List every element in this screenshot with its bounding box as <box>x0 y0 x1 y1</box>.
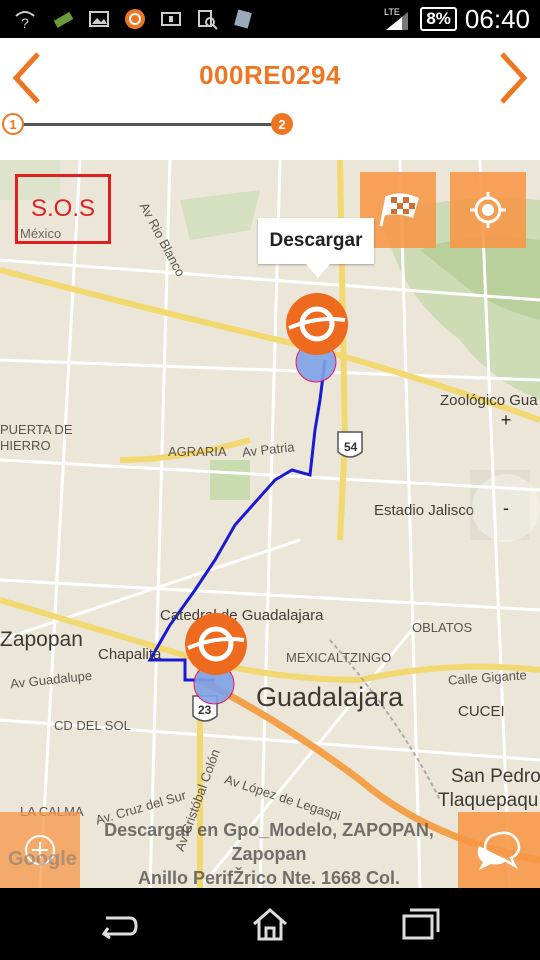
notes-icon <box>234 9 252 29</box>
map-label-zapopan: Zapopan <box>0 628 83 651</box>
clock: 06:40 <box>464 3 530 34</box>
home-icon[interactable] <box>250 906 290 942</box>
map-label-agraria: AGRARIA <box>168 444 227 459</box>
zoom-in-button[interactable]: + <box>472 386 540 454</box>
app-logo-icon <box>125 9 145 29</box>
map-label-puerta-de-hierro: PUERTA DE HIERRO <box>0 422 73 453</box>
map-label-cd-del-sol: CD DEL SOL <box>54 718 131 733</box>
map-view[interactable]: Av Rio Blanco PUERTA DE HIERRO AGRARIA A… <box>0 160 540 888</box>
search-doc-icon <box>198 10 218 30</box>
game-icon <box>53 11 74 28</box>
header: 000RE0294 1 2 <box>0 38 540 160</box>
address-line-3: Anillo PerifŽrico Nte. 1668 Col. <box>137 868 401 888</box>
svg-text:LTE: LTE <box>384 7 400 17</box>
popup-tail <box>306 264 330 278</box>
marker-info-popup[interactable]: Descargar <box>258 218 374 264</box>
status-right: LTE 8% 06:40 <box>382 0 530 38</box>
back-icon[interactable] <box>100 906 140 942</box>
address-text: Descargar en Gpo_Modelo, ZAPOPAN, Zapopa… <box>80 818 458 888</box>
crosshair-icon <box>470 192 506 228</box>
map-label-chapalita: Chapalita <box>98 646 162 663</box>
map-label-cucei: CUCEI <box>458 703 505 720</box>
wifi-question-icon: ? <box>15 11 35 30</box>
card-icon <box>161 12 181 26</box>
step-2-indicator[interactable]: 2 <box>271 113 293 135</box>
address-line-2: Zapopan <box>231 844 307 864</box>
destination-marker-icon[interactable] <box>285 292 349 356</box>
map-label-guadalajara: Guadalajara <box>256 682 404 712</box>
step-1-indicator[interactable]: 1 <box>2 113 24 135</box>
map-label-oblatos: OBLATOS <box>412 620 473 635</box>
my-location-button[interactable] <box>450 172 526 248</box>
map-label-tlaquepaque: Tlaquepaqu <box>438 790 539 811</box>
google-logo: Google <box>8 848 77 870</box>
step-progress-line <box>12 123 282 126</box>
route-54-label: 54 <box>344 440 358 454</box>
svg-text:?: ? <box>21 15 29 30</box>
map-label-san-pedro: San Pedro <box>451 766 540 787</box>
address-line-1: Descargar en Gpo_Modelo, ZAPOPAN, <box>104 820 434 840</box>
chevron-right-icon[interactable] <box>492 50 532 106</box>
checkered-flag-icon <box>379 193 419 227</box>
map-label-estadio: Estadio Jalisco <box>374 502 475 519</box>
route-23-label: 23 <box>198 703 212 717</box>
zoom-out-button[interactable]: - <box>472 474 540 542</box>
recent-apps-icon[interactable] <box>400 906 440 942</box>
page-title: 000RE0294 <box>199 60 341 90</box>
origin-marker-icon[interactable] <box>184 612 248 676</box>
map-label-mexicaltzingo: MEXICALTZINGO <box>286 650 392 665</box>
chat-button[interactable] <box>458 812 540 888</box>
status-bar: ? LTE 8% 06:40 <box>0 0 540 38</box>
sos-button[interactable]: S.O.S <box>15 174 111 244</box>
signal-icon: LTE <box>384 7 409 30</box>
chat-bubbles-icon <box>477 831 521 870</box>
image-icon <box>89 11 109 27</box>
android-nav-bar <box>0 888 540 960</box>
battery-indicator: 8% <box>420 7 457 31</box>
